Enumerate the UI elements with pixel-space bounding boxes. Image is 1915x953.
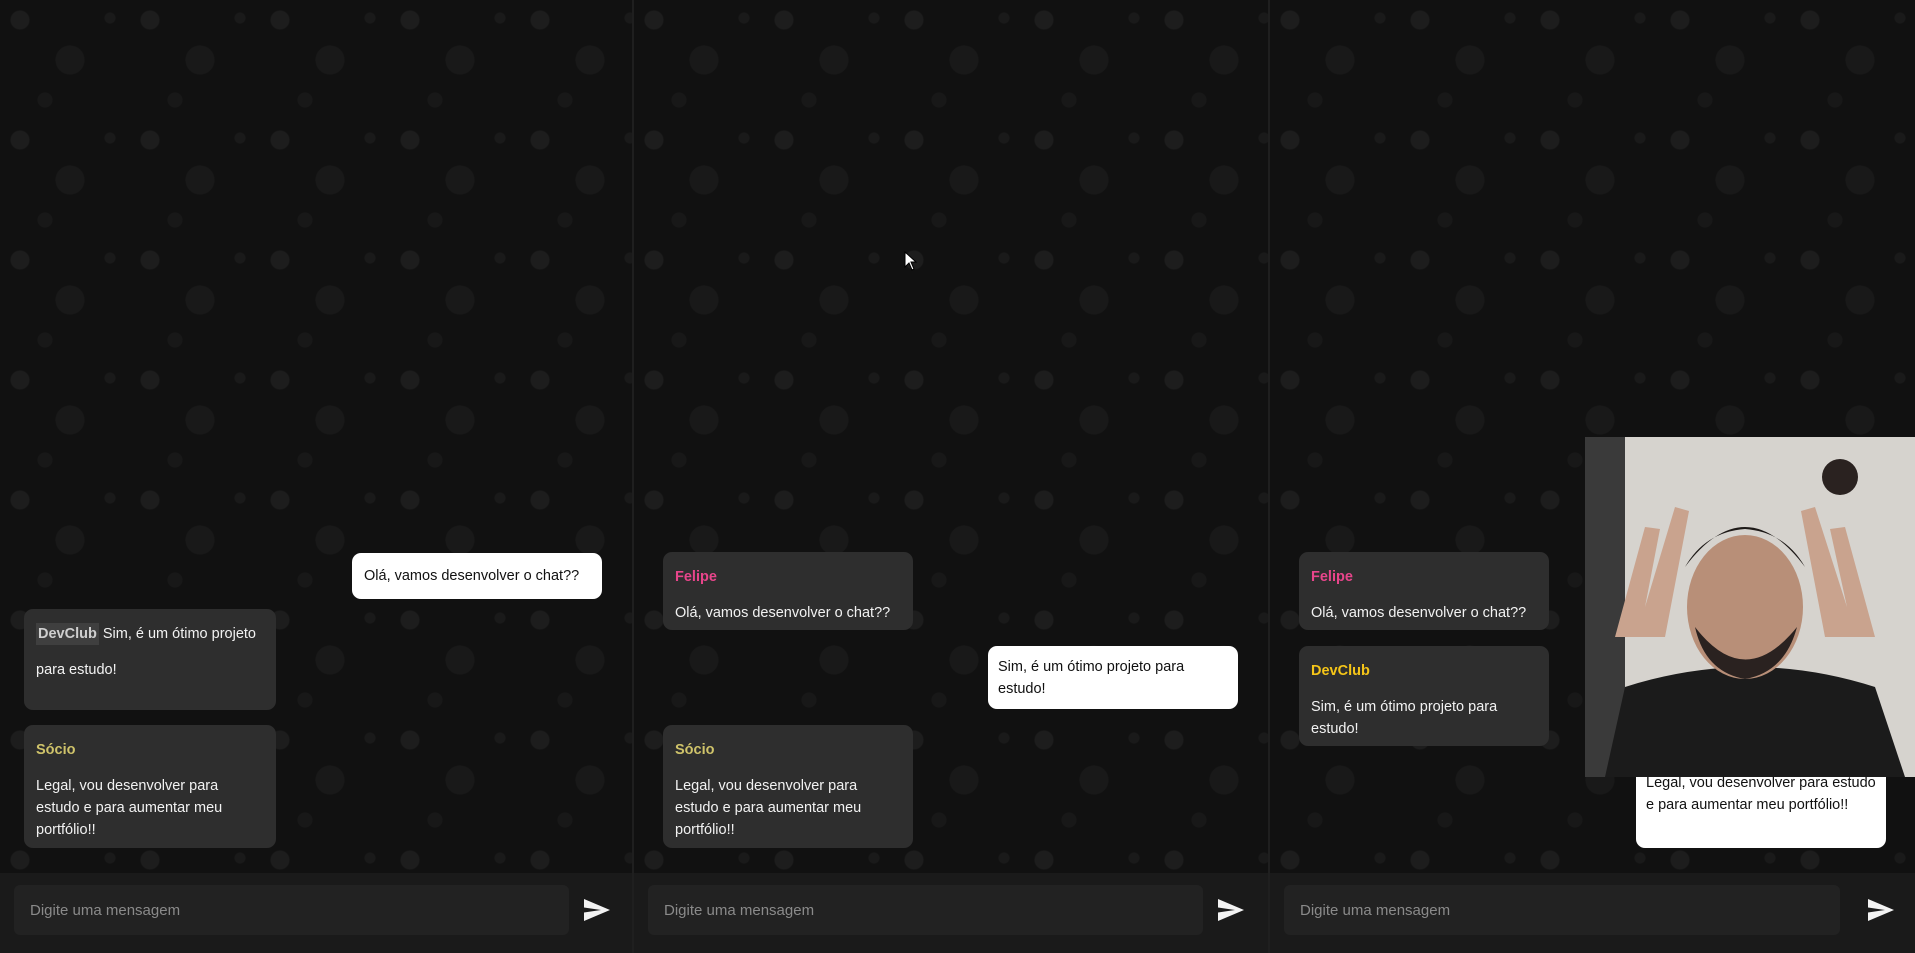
send-button[interactable] (1216, 895, 1246, 925)
message-bubble-outgoing: Sim, é um ótimo projeto para estudo! (988, 646, 1238, 709)
message-text: Sim, é um ótimo projeto para estudo! (998, 659, 1185, 697)
sender-name-devclub: DevClub (1311, 663, 1370, 679)
mouse-pointer-icon (904, 250, 918, 276)
message-text: Legal, vou desenvolver para estudo e par… (675, 778, 862, 838)
message-input[interactable] (1284, 885, 1840, 935)
send-arrow-icon (1868, 899, 1894, 921)
sender-name-socio: Sócio (36, 742, 76, 758)
send-arrow-icon (1218, 899, 1244, 921)
sender-name-felipe: Felipe (1311, 569, 1353, 585)
message-bubble-incoming: DevClub Sim, é um ótimo projeto para est… (1299, 646, 1549, 746)
message-bubble-incoming: Sócio Legal, vou desenvolver para estudo… (24, 725, 276, 848)
message-input-bar (0, 873, 632, 953)
send-arrow-icon (584, 899, 610, 921)
message-bubble-outgoing: Olá, vamos desenvolver o chat?? (352, 553, 602, 599)
message-bubble-incoming: Felipe Olá, vamos desenvolver o chat?? (663, 552, 913, 630)
send-button[interactable] (1866, 895, 1896, 925)
message-input-bar (634, 873, 1268, 953)
message-input[interactable] (14, 885, 569, 935)
message-bubble-incoming: DevClub Sim, é um ótimo projeto para est… (24, 609, 276, 710)
sender-name-felipe: Felipe (675, 569, 717, 585)
person-video-image (1585, 437, 1915, 777)
webcam-overlay (1585, 437, 1915, 777)
send-button[interactable] (582, 895, 612, 925)
message-text: Olá, vamos desenvolver o chat?? (675, 605, 891, 621)
message-bubble-incoming: Sócio Legal, vou desenvolver para estudo… (663, 725, 913, 848)
chat-panel-1: Olá, vamos desenvolver o chat?? DevClub … (0, 0, 632, 953)
message-text: Legal, vou desenvolver para estudo e par… (1646, 775, 1876, 813)
message-input-bar (1270, 873, 1915, 953)
message-input[interactable] (648, 885, 1203, 935)
message-text: Olá, vamos desenvolver o chat?? (364, 568, 580, 584)
sender-name-devclub: DevClub (36, 623, 99, 645)
message-text: Legal, vou desenvolver para estudo e par… (36, 778, 223, 838)
chat-panel-2: Felipe Olá, vamos desenvolver o chat?? S… (634, 0, 1268, 953)
sender-name-socio: Sócio (675, 742, 715, 758)
message-bubble-incoming: Felipe Olá, vamos desenvolver o chat?? (1299, 552, 1549, 630)
message-text: Olá, vamos desenvolver o chat?? (1311, 605, 1527, 621)
message-text: Sim, é um ótimo projeto para estudo! (1311, 699, 1498, 737)
